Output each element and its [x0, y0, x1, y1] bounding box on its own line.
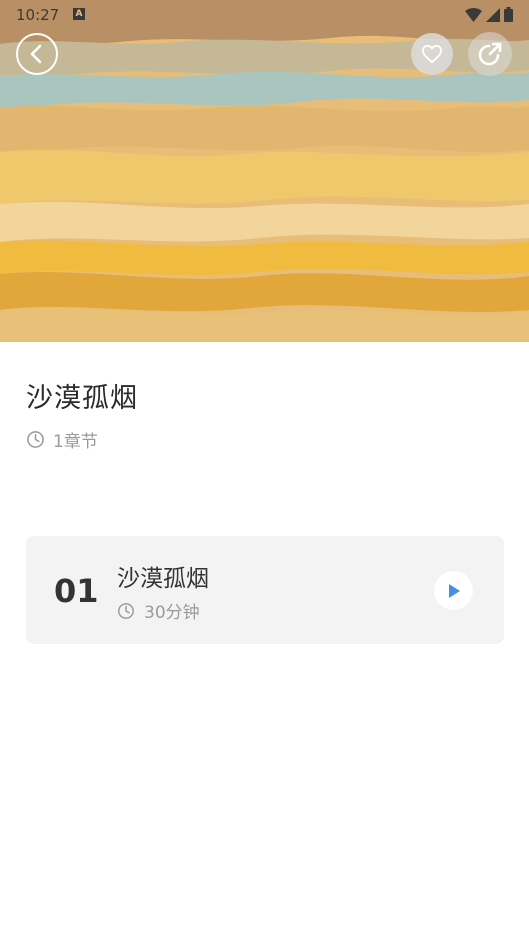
favorite-button[interactable]: [411, 33, 453, 75]
play-button[interactable]: [434, 571, 473, 610]
battery-icon: [504, 7, 513, 22]
status-time: 10:27: [16, 6, 60, 24]
track-title: 沙漠孤烟: [117, 566, 209, 592]
status-icons: [465, 7, 513, 22]
share-button[interactable]: [468, 32, 512, 76]
chapter-count-row: 1章节: [26, 427, 138, 452]
heart-icon: [421, 44, 443, 64]
album-info: 沙漠孤烟 1章节: [26, 376, 138, 452]
wifi-icon: [465, 7, 482, 22]
album-title: 沙漠孤烟: [26, 383, 138, 414]
chapter-count: 1章节: [53, 432, 98, 452]
clock-icon: [118, 602, 134, 619]
back-button[interactable]: [16, 33, 58, 75]
signal-icon: [486, 7, 500, 22]
play-icon: [448, 583, 460, 598]
notification-icon: A: [73, 8, 85, 20]
share-icon: [478, 42, 502, 66]
chevron-left-icon: [30, 44, 42, 64]
track-number: 01: [54, 572, 99, 610]
track-item[interactable]: 01 沙漠孤烟 30分钟: [26, 536, 504, 644]
track-duration: 30分钟: [144, 603, 200, 623]
clock-icon: [27, 431, 44, 448]
track-duration-row: 30分钟: [117, 598, 200, 623]
status-bar: 10:27 A: [0, 0, 529, 30]
